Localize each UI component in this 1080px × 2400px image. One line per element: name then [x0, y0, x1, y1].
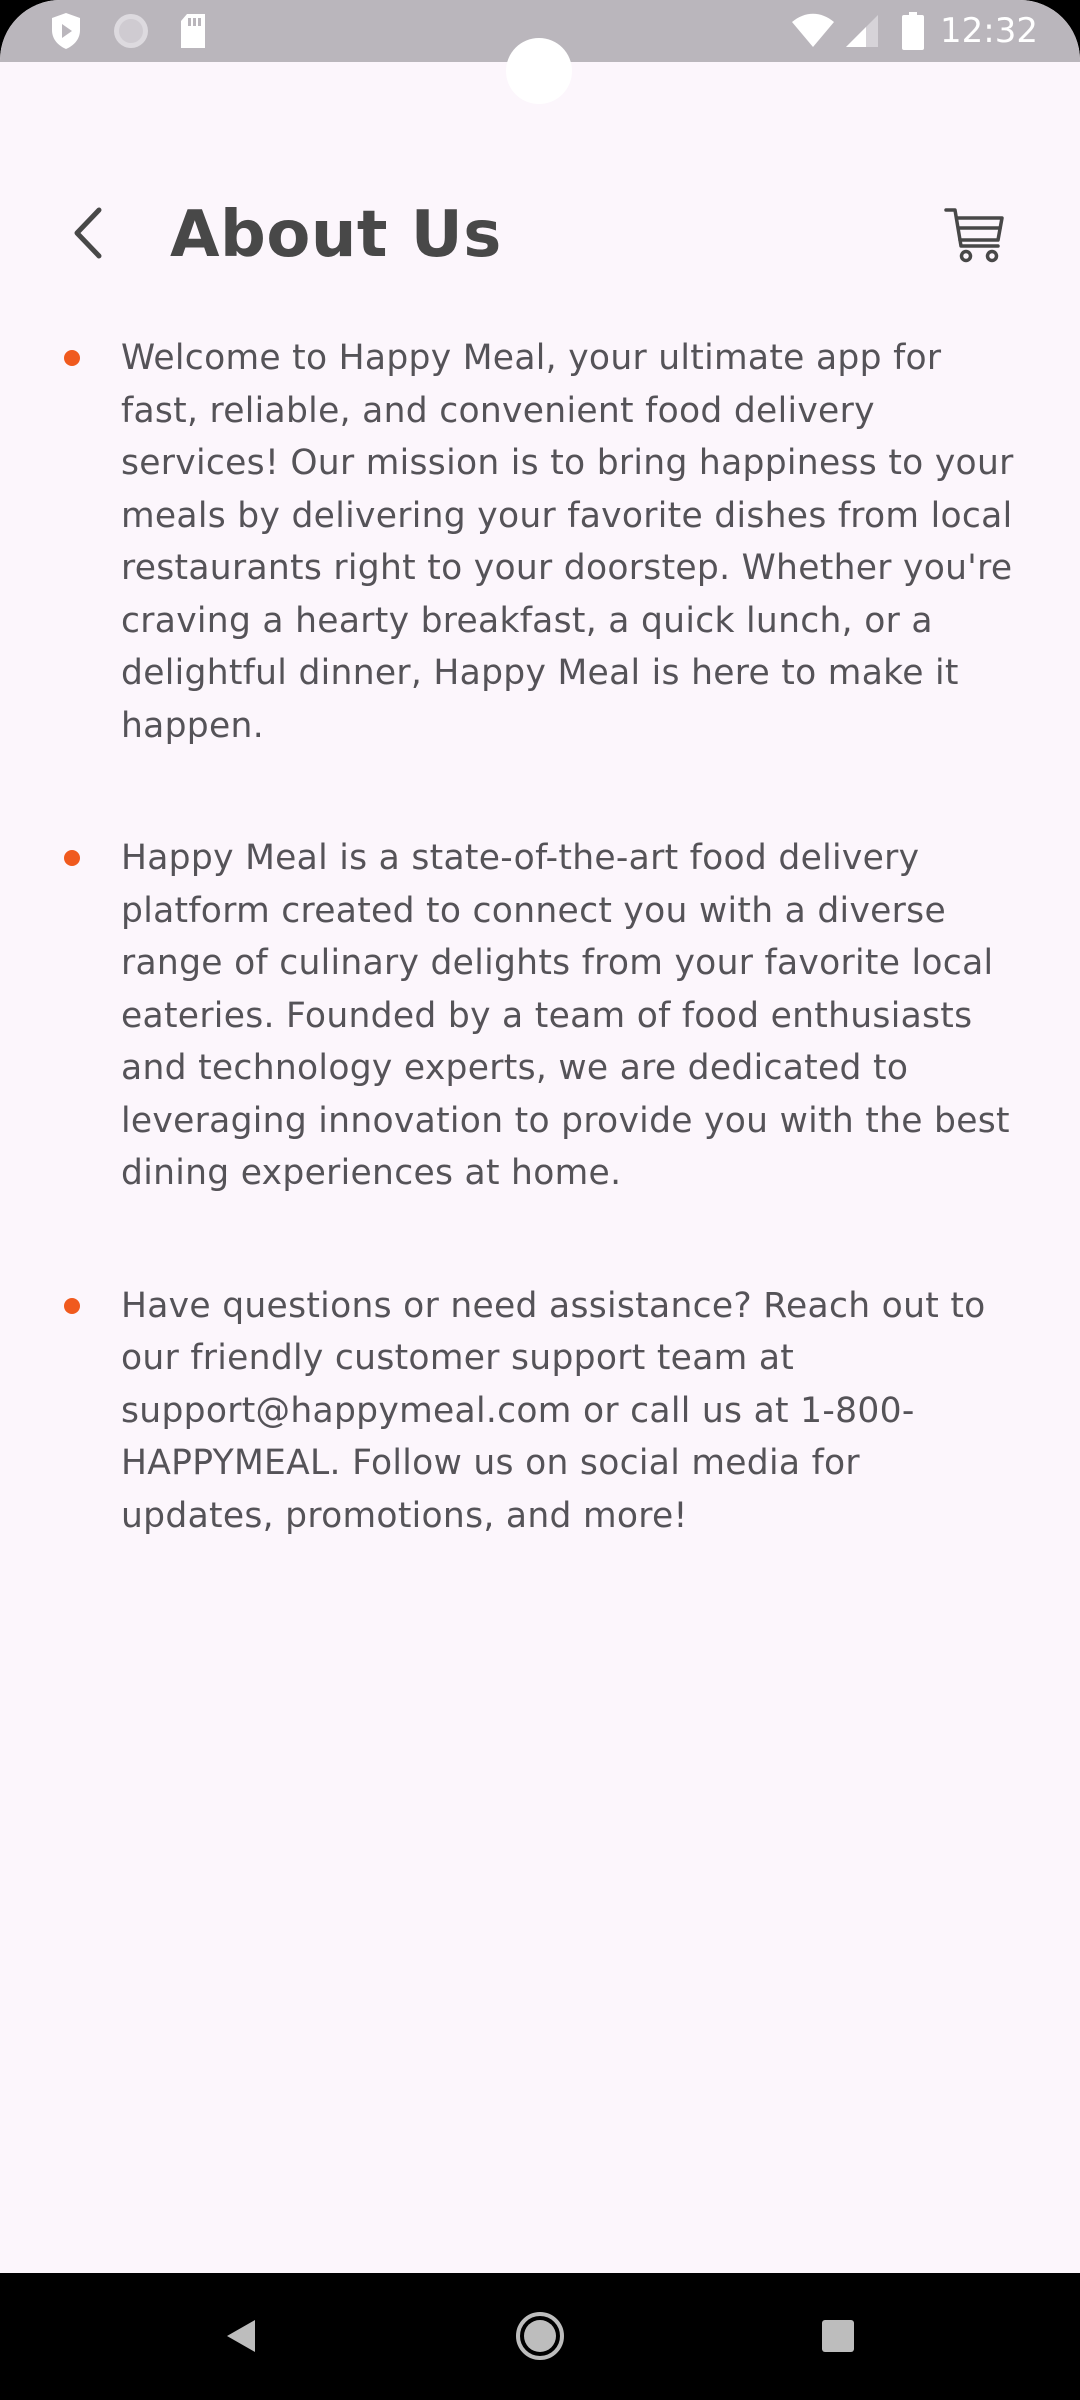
paragraph-contact: Have questions or need assistance? Reach…	[121, 1285, 986, 1536]
wifi-icon	[790, 10, 836, 52]
home-circle-icon	[514, 2310, 566, 2366]
battery-icon	[898, 10, 928, 52]
circle-icon	[110, 10, 152, 52]
nav-recents-button[interactable]	[803, 2303, 873, 2373]
paragraph-about: Happy Meal is a state-of-the-art food de…	[121, 838, 1010, 1193]
nav-home-button[interactable]	[505, 2303, 575, 2373]
cart-button[interactable]	[940, 200, 1010, 270]
list-item: Happy Meal is a state-of-the-art food de…	[0, 832, 1080, 1200]
list-item: Have questions or need assistance? Reach…	[0, 1280, 1080, 1543]
navigation-bar	[0, 2273, 1080, 2400]
screen: 12:32 About Us Welcome to Happy Meal, yo…	[0, 0, 1080, 2273]
bullet-dot	[64, 350, 80, 366]
chevron-left-icon	[68, 205, 108, 265]
bullet-dot	[64, 1297, 80, 1314]
camera-cutout	[506, 38, 572, 104]
signal-icon	[842, 10, 882, 52]
back-button[interactable]	[60, 204, 116, 266]
back-triangle-icon	[221, 2316, 261, 2360]
shield-icon	[48, 10, 84, 52]
app-header: About Us	[0, 190, 1080, 280]
paragraph-welcome: Welcome to Happy Meal, your ultimate app…	[121, 338, 1014, 746]
recents-square-icon	[820, 2318, 856, 2358]
about-content: Welcome to Happy Meal, your ultimate app…	[0, 332, 1080, 1622]
status-time: 12:32	[940, 11, 1038, 51]
nav-back-button[interactable]	[206, 2303, 276, 2373]
cart-icon	[942, 200, 1008, 270]
sd-card-icon	[176, 10, 210, 52]
list-item: Welcome to Happy Meal, your ultimate app…	[0, 332, 1080, 752]
bullet-dot	[64, 850, 80, 866]
page-title: About Us	[170, 198, 502, 272]
